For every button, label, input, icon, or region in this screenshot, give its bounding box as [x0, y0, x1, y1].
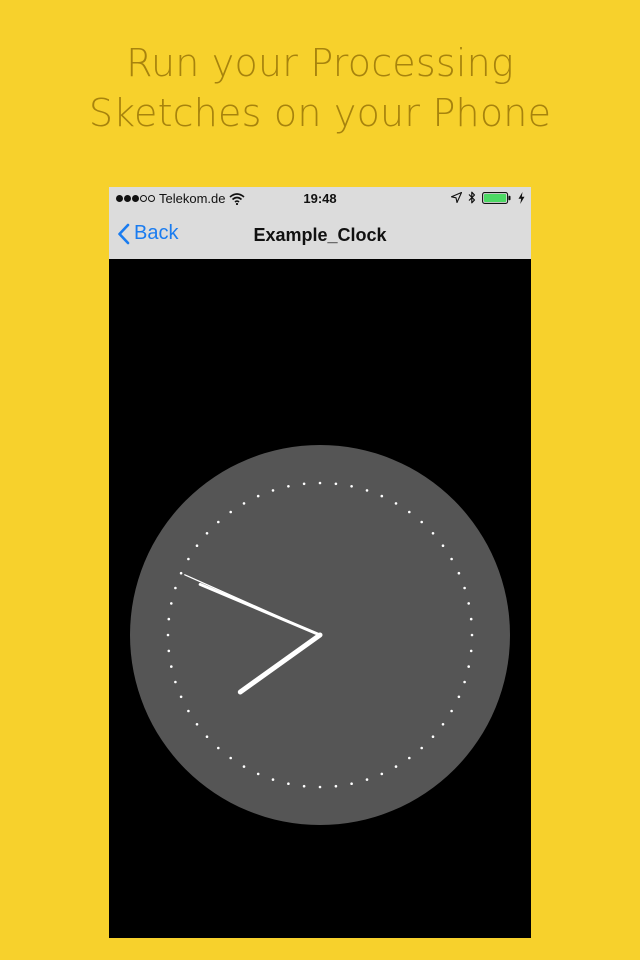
clock-tick [179, 571, 183, 575]
clock-tick [441, 544, 445, 547]
clock-tick [167, 617, 171, 621]
clock-tick [365, 489, 369, 492]
phone-screen: Telekom.de 19:48 Back Example_Clock [109, 187, 531, 938]
clock-tick [431, 532, 435, 535]
clock-tick [256, 494, 260, 498]
clock-tick [350, 485, 353, 488]
clock-tick [431, 735, 435, 738]
status-right [451, 191, 525, 204]
clock-tick [217, 746, 220, 750]
clock-tick [463, 680, 466, 684]
clock-tick [450, 709, 453, 713]
clock-tick [457, 571, 461, 575]
clock-tick [470, 633, 474, 637]
clock-tick [467, 602, 471, 605]
clock-tick [167, 649, 171, 653]
status-bar: Telekom.de 19:48 [109, 187, 531, 211]
clock-tick [394, 765, 398, 768]
clock-tick [350, 782, 353, 785]
clock-tick [205, 532, 209, 535]
promo-line-1: Run your Processing [126, 41, 514, 85]
clock-tick [394, 502, 398, 505]
clock-tick [365, 778, 369, 781]
clock-tick [463, 586, 466, 590]
clock-tick [380, 772, 384, 776]
clock-tick [229, 756, 232, 760]
clock-tick [408, 510, 411, 514]
clock-tick [334, 784, 338, 788]
navigation-bar: Back Example_Clock [109, 211, 531, 259]
clock-tick [170, 665, 173, 668]
clock-tick [457, 695, 461, 699]
clock-tick [420, 746, 424, 750]
clock-tick [318, 785, 322, 789]
clock-tick [174, 680, 177, 684]
promo-line-2: Sketches on your Phone [88, 91, 552, 135]
clock-tick [380, 494, 384, 498]
clock-tick [187, 557, 190, 561]
clock-tick [318, 481, 322, 485]
clock-tick [302, 784, 306, 788]
clock-tick [195, 723, 199, 726]
clock-tick [242, 765, 246, 768]
clock-tick [441, 723, 445, 726]
clock-tick [420, 520, 424, 524]
battery-icon [482, 191, 511, 204]
clock-tick [334, 482, 338, 486]
bluetooth-icon [468, 191, 476, 204]
clock-tick [187, 709, 190, 713]
charging-bolt-icon [518, 191, 525, 204]
clock-tick [450, 557, 453, 561]
clock-tick [302, 482, 306, 486]
clock-tick [242, 502, 246, 505]
page-title: Example_Clock [253, 225, 387, 245]
clock-tick [179, 695, 183, 699]
clock-tick [195, 544, 199, 547]
clock-tick [467, 665, 471, 668]
clock-sketch [130, 445, 510, 825]
sketch-canvas[interactable] [109, 259, 531, 938]
clock-tick [287, 485, 290, 488]
clock-tick [205, 735, 209, 738]
clock-tick [217, 520, 220, 524]
promo-headline: Run your Processing Sketches on your Pho… [0, 38, 640, 138]
clock-tick [408, 756, 411, 760]
location-arrow-icon [451, 192, 462, 203]
clock-tick [271, 778, 275, 781]
clock-tick [256, 772, 260, 776]
clock-tick [166, 633, 170, 637]
clock-tick [271, 489, 275, 492]
clock-tick [469, 649, 473, 653]
clock-tick [170, 602, 173, 605]
clock-tick [287, 782, 290, 785]
clock-tick [229, 510, 232, 514]
clock-tick [174, 586, 177, 590]
clock-tick [469, 617, 473, 621]
